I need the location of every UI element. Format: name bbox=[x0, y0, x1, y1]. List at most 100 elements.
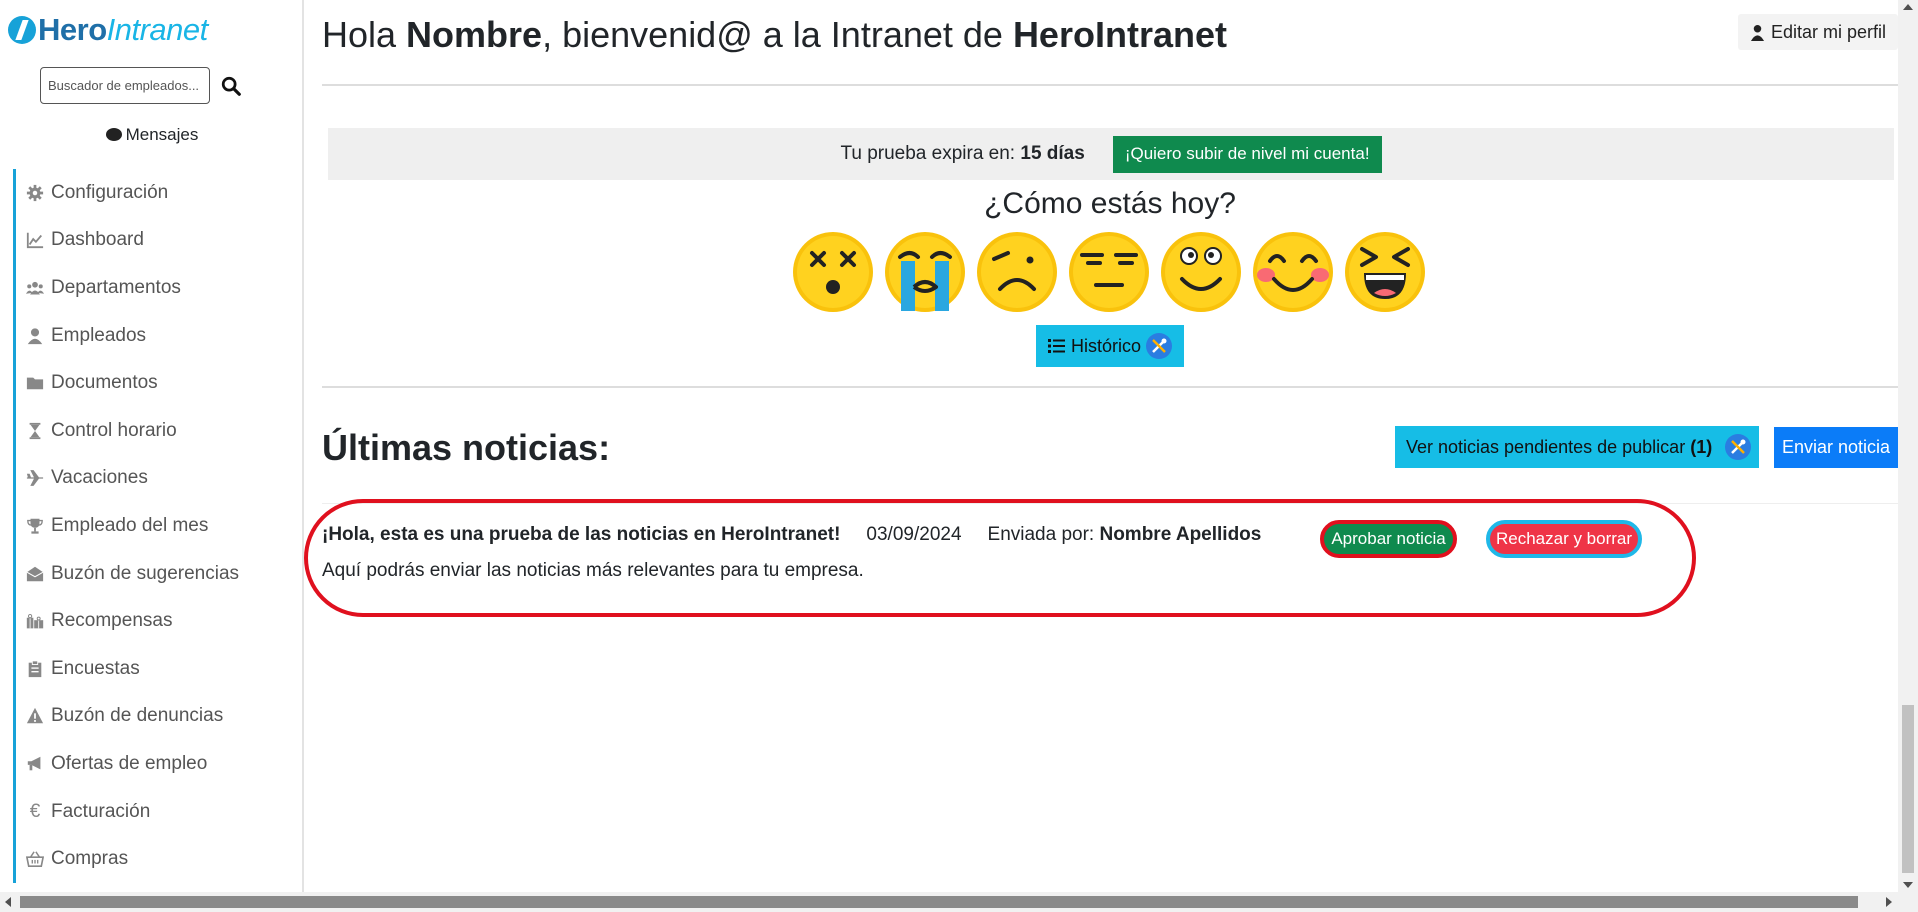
mood-options bbox=[792, 231, 1426, 313]
tools-icon bbox=[1725, 434, 1751, 460]
search-icon[interactable] bbox=[220, 75, 242, 97]
sad-face-icon[interactable] bbox=[976, 231, 1058, 313]
sent-by-label: Enviada por: bbox=[987, 524, 1100, 545]
news-item-date: 03/09/2024 bbox=[866, 524, 962, 545]
sidebar-item-encuestas[interactable]: Encuestas bbox=[16, 645, 298, 693]
scroll-right-icon[interactable] bbox=[1886, 897, 1892, 907]
news-item: ¡Hola, esta es una prueba de las noticia… bbox=[322, 520, 1702, 600]
sidebar-item-label: Compras bbox=[51, 848, 129, 870]
mailbox-icon bbox=[24, 565, 46, 583]
approve-news-button[interactable]: Aprobar noticia bbox=[1320, 520, 1457, 558]
scroll-up-icon[interactable] bbox=[1903, 4, 1913, 10]
sidebar-item-dashboard[interactable]: Dashboard bbox=[16, 217, 298, 265]
sidebar-item-departamentos[interactable]: Departamentos bbox=[16, 264, 298, 312]
sidebar-item-recompensas[interactable]: Recompensas bbox=[16, 597, 298, 645]
sidebar: HeroIntranet Mensajes Configuración Dash… bbox=[0, 0, 304, 892]
trial-text: Tu prueba expira en: bbox=[840, 143, 1016, 164]
sidebar-item-label: Buzón de denuncias bbox=[51, 705, 224, 727]
sidebar-item-label: Control horario bbox=[51, 419, 177, 441]
clipboard-icon bbox=[24, 660, 46, 678]
sidebar-item-label: Buzón de sugerencias bbox=[51, 562, 240, 584]
logo-text-intranet: Intranet bbox=[106, 12, 209, 47]
plane-icon bbox=[24, 469, 46, 487]
sidebar-item-label: Configuración bbox=[51, 181, 169, 203]
user-icon bbox=[1750, 24, 1765, 41]
sidebar-item-label: Departamentos bbox=[51, 276, 181, 298]
sidebar-item-documentos[interactable]: Documentos bbox=[16, 359, 298, 407]
sidebar-item-configuracion[interactable]: Configuración bbox=[16, 169, 298, 217]
messages-label: Mensajes bbox=[125, 125, 199, 144]
page-title: Hola Nombre, bienvenid@ a la Intranet de… bbox=[322, 14, 1227, 56]
sidebar-item-ofertas-empleo[interactable]: Ofertas de empleo bbox=[16, 740, 298, 788]
news-item-header: ¡Hola, esta es una prueba de las noticia… bbox=[322, 524, 1261, 546]
tools-icon bbox=[1146, 333, 1172, 359]
chart-line-icon bbox=[24, 231, 46, 249]
sidebar-item-buzon-sugerencias[interactable]: Buzón de sugerencias bbox=[16, 550, 298, 598]
sidebar-item-compras[interactable]: Compras bbox=[16, 835, 298, 883]
news-divider bbox=[322, 503, 1898, 504]
sidebar-item-label: Dashboard bbox=[51, 229, 144, 251]
laughing-face-icon[interactable] bbox=[1344, 231, 1426, 313]
upgrade-account-button[interactable]: ¡Quiero subir de nivel mi cuenta! bbox=[1112, 135, 1382, 173]
list-icon bbox=[1047, 339, 1065, 353]
sidebar-item-label: Documentos bbox=[51, 372, 158, 394]
logo[interactable]: Hero Intranet bbox=[8, 10, 208, 50]
comment-icon bbox=[105, 128, 122, 141]
scroll-down-icon[interactable] bbox=[1903, 882, 1913, 888]
sidebar-item-label: Empleado del mes bbox=[51, 514, 209, 536]
dizzy-face-icon[interactable] bbox=[792, 231, 874, 313]
edit-profile-button[interactable]: Editar mi perfil bbox=[1737, 14, 1898, 50]
trial-days: 15 días bbox=[1020, 143, 1085, 164]
header-divider bbox=[322, 84, 1898, 86]
sidebar-item-label: Recompensas bbox=[51, 610, 173, 632]
horizontal-scroll-thumb[interactable] bbox=[20, 896, 1858, 908]
sidebar-nav: Configuración Dashboard Departamentos Em… bbox=[13, 169, 298, 883]
news-item-body: Aquí podrás enviar las noticias más rele… bbox=[322, 560, 864, 581]
sidebar-item-facturacion[interactable]: € Facturación bbox=[16, 788, 298, 836]
user-icon bbox=[24, 327, 46, 345]
sidebar-item-label: Empleados bbox=[51, 324, 147, 346]
sidebar-item-label: Ofertas de empleo bbox=[51, 752, 208, 774]
folder-icon bbox=[24, 374, 46, 392]
send-news-button[interactable]: Enviar noticia bbox=[1774, 427, 1898, 468]
trial-banner: Tu prueba expira en: 15 días ¡Quiero sub… bbox=[328, 128, 1894, 180]
warning-icon bbox=[24, 707, 46, 725]
sidebar-item-buzon-denuncias[interactable]: Buzón de denuncias bbox=[16, 693, 298, 741]
scroll-left-icon[interactable] bbox=[5, 897, 11, 907]
sidebar-item-label: Vacaciones bbox=[51, 467, 148, 489]
neutral-face-icon[interactable] bbox=[1068, 231, 1150, 313]
vertical-scroll-thumb[interactable] bbox=[1902, 705, 1914, 873]
sidebar-item-empleados[interactable]: Empleados bbox=[16, 312, 298, 360]
horizontal-scrollbar[interactable] bbox=[0, 892, 1918, 912]
reject-news-button[interactable]: Rechazar y borrar bbox=[1486, 520, 1642, 558]
blushing-face-icon[interactable] bbox=[1252, 231, 1334, 313]
app-page: HeroIntranet Mensajes Configuración Dash… bbox=[0, 0, 1918, 912]
sidebar-item-label: Facturación bbox=[51, 800, 151, 822]
euro-icon: € bbox=[29, 800, 41, 822]
crying-face-icon[interactable] bbox=[884, 231, 966, 313]
mood-history-button[interactable]: Histórico bbox=[1036, 325, 1184, 367]
basket-icon bbox=[24, 850, 46, 868]
pending-news-label: Ver noticias pendientes de publicar bbox=[1406, 436, 1686, 457]
gear-icon bbox=[24, 184, 46, 202]
smiling-face-icon[interactable] bbox=[1160, 231, 1242, 313]
pending-news-button[interactable]: Ver noticias pendientes de publicar (1) bbox=[1395, 426, 1759, 468]
megaphone-icon bbox=[24, 755, 46, 773]
section-divider bbox=[322, 386, 1898, 388]
sidebar-item-empleado-del-mes[interactable]: Empleado del mes bbox=[16, 502, 298, 550]
vertical-scrollbar[interactable] bbox=[1898, 0, 1918, 892]
news-item-title: ¡Hola, esta es una prueba de las noticia… bbox=[322, 524, 841, 545]
users-icon bbox=[24, 279, 46, 297]
employee-search bbox=[40, 67, 242, 104]
news-item-author: Enviada por: Nombre Apellidos bbox=[988, 524, 1262, 546]
sidebar-item-vacaciones[interactable]: Vacaciones bbox=[16, 455, 298, 503]
trophy-icon bbox=[24, 517, 46, 535]
greeting-middle: , bienvenid@ a la Intranet de bbox=[542, 14, 1013, 55]
messages-link[interactable]: Mensajes bbox=[0, 125, 302, 145]
user-name: Nombre bbox=[406, 14, 543, 55]
company-name: HeroIntranet bbox=[1012, 14, 1227, 55]
logo-text-hero: Hero bbox=[38, 12, 107, 47]
employee-search-input[interactable] bbox=[40, 67, 210, 104]
sidebar-item-control-horario[interactable]: Control horario bbox=[16, 407, 298, 455]
logo-icon bbox=[8, 16, 36, 44]
